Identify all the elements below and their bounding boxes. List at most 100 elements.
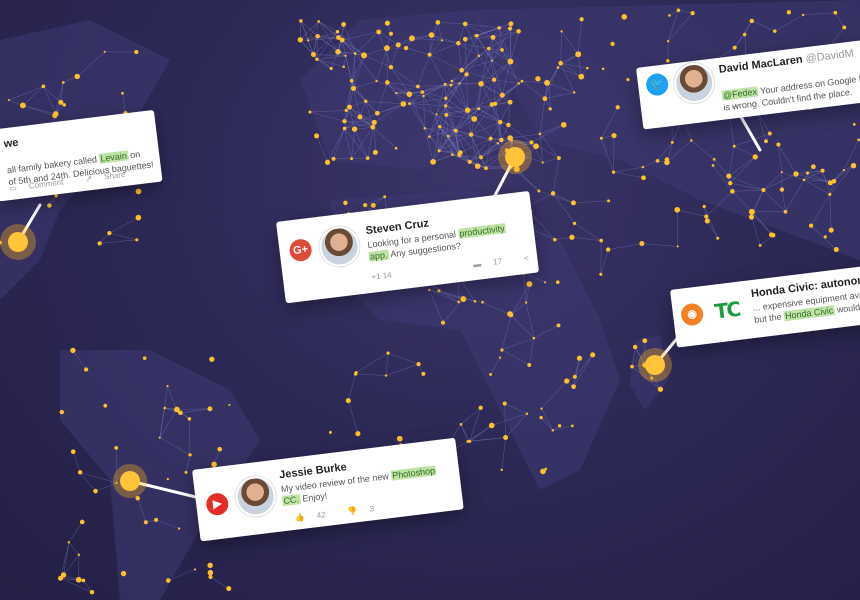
city-dot: [541, 161, 544, 164]
favorite-icon[interactable]: ♡: [769, 97, 777, 107]
city-dot: [758, 243, 762, 247]
city-dot: [459, 423, 463, 426]
city-dot: [538, 132, 542, 136]
city-dot: [599, 136, 603, 140]
network-line: [573, 200, 609, 204]
network-line: [552, 157, 560, 194]
techcrunch-logo: TC: [705, 292, 749, 328]
city-dot: [537, 189, 541, 193]
city-dot: [174, 406, 180, 413]
city-dot: [394, 146, 398, 150]
city-dot: [47, 203, 52, 208]
plus-one-button[interactable]: +1 14: [371, 269, 402, 281]
city-dot: [526, 281, 533, 288]
thumbs-up-icon: 👍: [294, 512, 306, 523]
city-dot: [467, 159, 472, 165]
city-dot: [575, 51, 582, 58]
network-line: [356, 352, 389, 373]
city-dot: [351, 126, 358, 132]
share-icon: ↗: [84, 173, 93, 184]
city-dot: [166, 384, 169, 388]
network-line: [109, 232, 137, 241]
city-dot: [67, 541, 71, 544]
city-dot: [135, 238, 139, 242]
city-dot: [572, 374, 577, 379]
city-dot: [166, 477, 169, 481]
dislike-button[interactable]: 👎 3: [347, 503, 384, 516]
city-dot: [478, 80, 484, 87]
like-button[interactable]: 👍 42: [294, 509, 336, 523]
city-dot: [529, 140, 534, 145]
city-dot: [345, 398, 351, 404]
city-dot: [458, 82, 461, 85]
city-dot: [450, 79, 454, 83]
hotspot-madagascar: [638, 348, 672, 382]
city-dot: [556, 323, 561, 328]
city-dot: [506, 122, 511, 128]
network-line: [72, 451, 81, 473]
city-dot: [761, 187, 766, 193]
network-line: [641, 243, 678, 247]
city-dot: [458, 155, 462, 158]
city-dot: [79, 519, 85, 525]
youtube-icon: ▶: [205, 491, 230, 517]
city-dot: [842, 25, 847, 30]
city-dot: [135, 188, 142, 195]
city-dot: [456, 40, 461, 46]
city-dot: [610, 41, 615, 47]
city-dot: [477, 107, 481, 111]
city-dot: [52, 113, 58, 119]
city-dot: [524, 301, 528, 304]
city-dot: [496, 142, 499, 145]
network-line: [707, 220, 719, 239]
city-dot: [142, 356, 147, 361]
city-dot: [786, 10, 791, 15]
city-dot: [427, 288, 431, 292]
network-line: [385, 353, 389, 376]
network-line: [355, 373, 387, 376]
city-dot: [462, 21, 468, 27]
city-dot: [503, 435, 509, 440]
city-dot: [121, 91, 124, 95]
city-dot: [372, 149, 378, 155]
city-dot: [726, 173, 732, 179]
network-line: [542, 157, 560, 163]
city-dot: [542, 96, 548, 102]
city-dot: [314, 133, 320, 139]
city-dot: [41, 84, 46, 89]
city-dot: [621, 14, 628, 20]
city-dot: [728, 181, 733, 186]
city-dot: [779, 187, 785, 192]
city-dot: [385, 80, 390, 85]
retweet-icon[interactable]: ⟲: [750, 100, 758, 110]
reply-icon[interactable]: ↩: [731, 102, 739, 112]
city-dot: [135, 214, 142, 221]
city-dot: [833, 247, 839, 253]
rss-icon: ◉: [679, 302, 705, 327]
network-line: [600, 249, 609, 275]
city-dot: [748, 208, 755, 215]
city-dot: [767, 131, 772, 136]
city-dot: [375, 79, 378, 83]
city-dot: [507, 99, 513, 105]
city-dot: [328, 430, 332, 434]
city-dot: [114, 445, 119, 450]
city-dot: [386, 351, 390, 355]
city-dot: [657, 386, 664, 392]
city-dot: [416, 361, 421, 367]
city-dot: [479, 155, 483, 160]
city-dot: [486, 46, 491, 51]
city-dot: [89, 589, 95, 595]
city-dot: [226, 586, 232, 592]
city-dot: [556, 66, 560, 69]
city-dot: [74, 73, 80, 80]
network-line: [538, 190, 574, 204]
city-dot: [852, 123, 856, 126]
comment-button[interactable]: ▬ 17: [473, 256, 513, 269]
city-dot: [154, 517, 159, 522]
city-dot: [408, 102, 411, 106]
avatar: [317, 224, 362, 269]
city-dot: [77, 470, 83, 475]
city-dot: [177, 527, 181, 530]
city-dot: [384, 374, 388, 377]
